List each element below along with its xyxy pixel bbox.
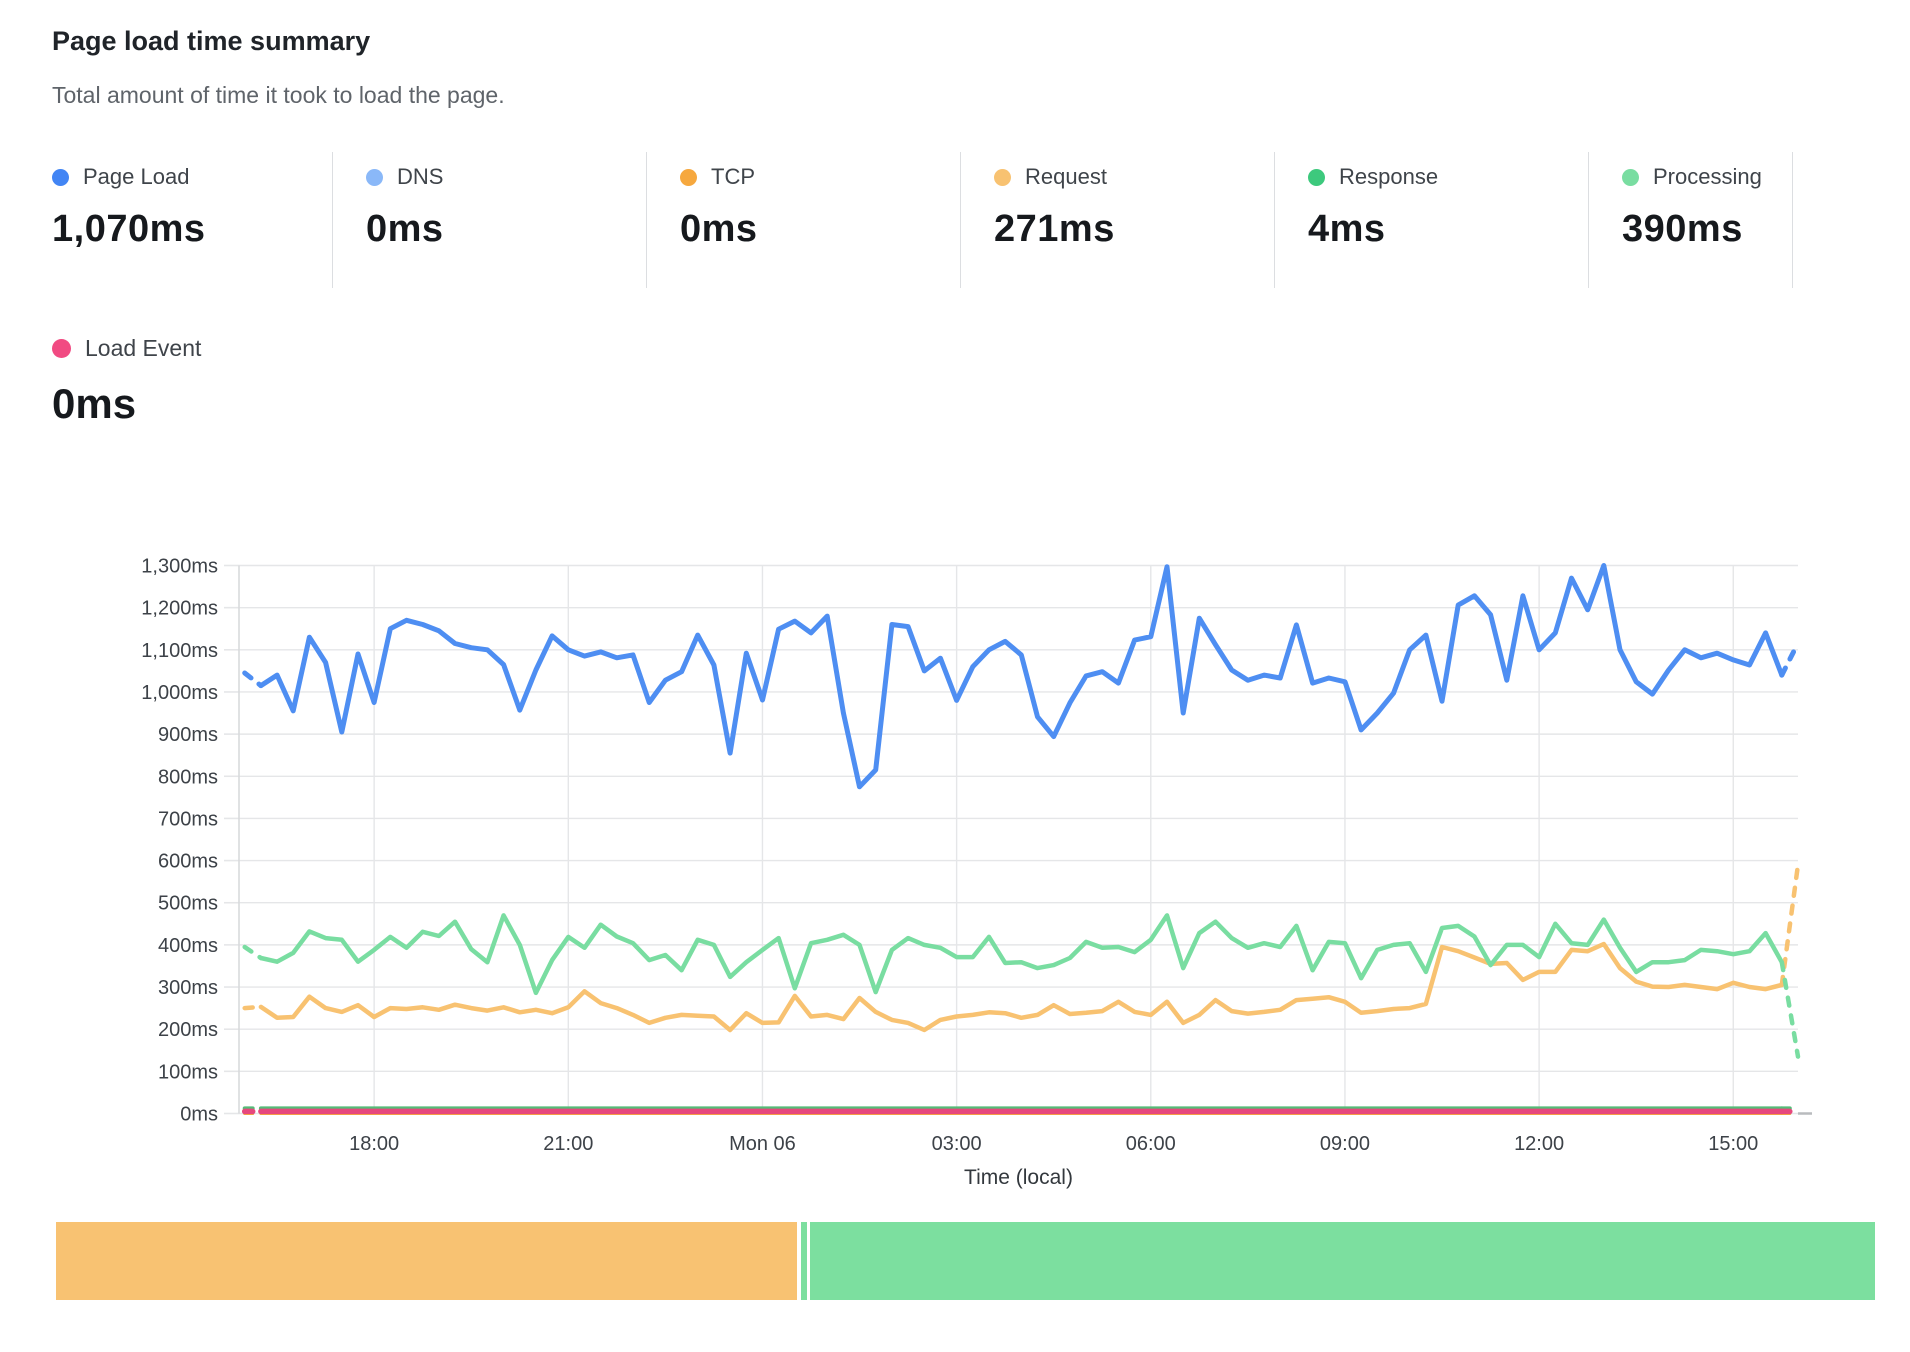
metric-value: 0ms: [366, 208, 666, 251]
metric-label: Response: [1339, 164, 1438, 190]
metric-divider: [960, 152, 961, 288]
y-tick-label: 1,300ms: [141, 555, 218, 577]
y-tick-label: 1,200ms: [141, 598, 218, 620]
y-tick-label: 800ms: [158, 766, 218, 788]
x-tick-label: 12:00: [1514, 1133, 1564, 1155]
x-axis-title: Time (local): [964, 1166, 1073, 1189]
x-tick-label: 06:00: [1126, 1133, 1176, 1155]
metric-label: TCP: [711, 164, 755, 190]
metric-dns[interactable]: DNS 0ms: [366, 160, 666, 251]
metric-divider: [1588, 152, 1589, 288]
y-tick-label: 1,100ms: [141, 640, 218, 662]
y-tick-label: 0ms: [180, 1104, 218, 1126]
metric-value: 1,070ms: [52, 208, 352, 251]
series-processing-line: [261, 915, 1782, 993]
timeline-range-bar[interactable]: [56, 1222, 1875, 1300]
page-subtitle: Total amount of time it took to load the…: [52, 82, 505, 109]
y-tick-label: 1,000ms: [141, 682, 218, 704]
metric-label: Page Load: [83, 164, 189, 190]
series-request-dashed: [245, 1007, 261, 1008]
series-processing-dashed: [245, 947, 261, 958]
y-tick-label: 500ms: [158, 893, 218, 915]
range-bar-processing-segment[interactable]: [810, 1222, 1875, 1300]
series-page-load-dashed: [1782, 643, 1798, 675]
series-page-load-dashed: [245, 673, 261, 686]
metric-value: 271ms: [994, 208, 1294, 251]
y-tick-label: 700ms: [158, 808, 218, 830]
y-tick-label: 900ms: [158, 724, 218, 746]
metric-page-load[interactable]: Page Load 1,070ms: [52, 160, 352, 251]
page-load-legend-dot: [52, 169, 69, 186]
tcp-legend-dot: [680, 169, 697, 186]
x-tick-label: 09:00: [1320, 1133, 1370, 1155]
y-tick-label: 200ms: [158, 1019, 218, 1041]
metric-value: 390ms: [1622, 208, 1910, 251]
metric-value: 4ms: [1308, 208, 1608, 251]
metric-processing[interactable]: Processing 390ms: [1622, 160, 1910, 251]
metric-tcp[interactable]: TCP 0ms: [680, 160, 980, 251]
metric-label: Load Event: [85, 335, 201, 362]
page-load-summary-panel: Page load time summary Total amount of t…: [0, 0, 1910, 1352]
y-tick-label: 300ms: [158, 977, 218, 999]
load-time-chart[interactable]: 0ms 100ms 200ms 300ms 400ms 500ms 600ms 700ms 80…: [0, 430, 1910, 1210]
y-tick-label: 400ms: [158, 935, 218, 957]
load-event-legend-dot: [52, 339, 71, 358]
x-tick-label: 15:00: [1708, 1133, 1758, 1155]
page-title: Page load time summary: [52, 26, 370, 57]
metric-label: DNS: [397, 164, 443, 190]
metric-load-event[interactable]: Load Event 0ms: [52, 330, 201, 428]
metric-value: 0ms: [680, 208, 980, 251]
response-legend-dot: [1308, 169, 1325, 186]
metric-response[interactable]: Response 4ms: [1308, 160, 1608, 251]
x-tick-label: Mon 06: [729, 1133, 796, 1155]
y-tick-label: 100ms: [158, 1061, 218, 1083]
x-tick-label: 21:00: [543, 1133, 593, 1155]
metric-divider: [1274, 152, 1275, 288]
metric-divider: [646, 152, 647, 288]
x-tick-label: 18:00: [349, 1133, 399, 1155]
metric-value: 0ms: [52, 380, 201, 428]
y-tick-label: 600ms: [158, 851, 218, 873]
request-legend-dot: [994, 169, 1011, 186]
dns-legend-dot: [366, 169, 383, 186]
metrics-legend-row: Page Load 1,070ms DNS 0ms TCP 0ms Reques…: [0, 160, 1910, 280]
range-bar-request-segment[interactable]: [56, 1222, 797, 1300]
metric-divider: [1792, 152, 1793, 288]
series-page-load-line: [261, 566, 1782, 787]
metric-request[interactable]: Request 271ms: [994, 160, 1294, 251]
metric-divider: [332, 152, 333, 288]
processing-legend-dot: [1622, 169, 1639, 186]
metric-label: Request: [1025, 164, 1107, 190]
metric-label: Processing: [1653, 164, 1762, 190]
x-tick-label: 03:00: [932, 1133, 982, 1155]
